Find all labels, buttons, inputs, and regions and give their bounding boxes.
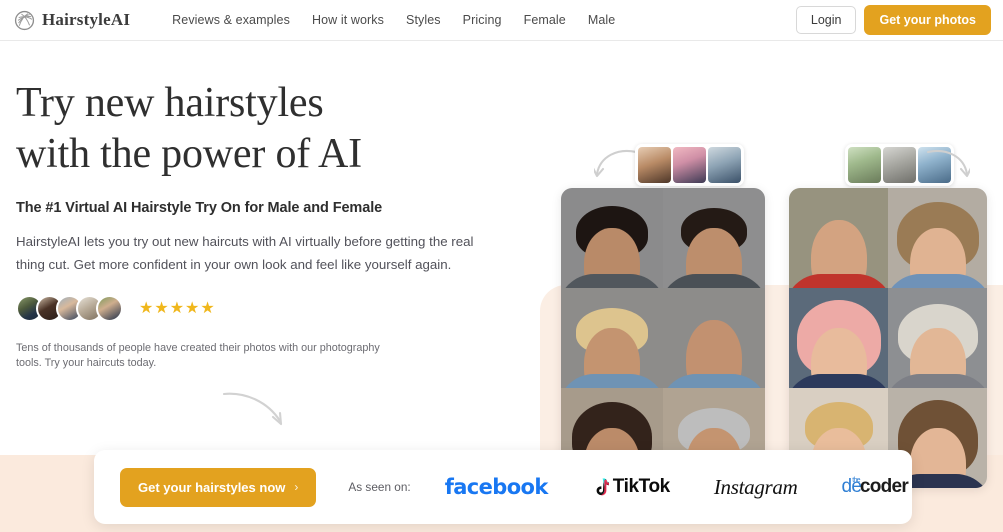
page-title: Try new hairstyles with the power of AI (16, 78, 516, 180)
hero-subtitle: The #1 Virtual AI Hairstyle Try On for M… (16, 200, 383, 216)
hair-circle-icon (14, 10, 35, 30)
rating-stars: ★ ★ ★ ★ ★ (139, 299, 215, 317)
tiktok-logo-text: TikTok (612, 476, 670, 497)
cta-button-label: Get your hairstyles now (138, 479, 286, 495)
brand-logo[interactable]: HairstyleAI (14, 10, 130, 31)
curved-arrow-right-icon (926, 150, 970, 178)
star-icon: ★ (169, 299, 185, 317)
male-results-grid[interactable] (561, 188, 765, 488)
curved-arrow-left-icon (594, 150, 638, 178)
male-input-thumbnails[interactable] (635, 144, 744, 186)
star-icon: ★ (200, 299, 215, 317)
star-icon: ★ (139, 299, 154, 317)
decoder-logo-coder: coder (859, 476, 909, 497)
gallery-cell-male-curly-dark[interactable] (561, 188, 663, 288)
get-your-photos-button[interactable]: Get your photos (864, 5, 991, 35)
as-seen-on-label: As seen on: (348, 480, 411, 494)
gallery-cell-female-pink-long[interactable] (789, 288, 888, 388)
thumbnail-male-2[interactable] (673, 147, 706, 183)
main-nav: Reviews & examples How it works Styles P… (172, 13, 615, 27)
login-button[interactable]: Login (795, 6, 857, 34)
thumbnail-male-3[interactable] (708, 147, 741, 183)
header-actions: Login Get your photos (795, 5, 991, 35)
instagram-logo: Instagram (713, 474, 798, 499)
nav-item-styles[interactable]: Styles (406, 13, 441, 27)
decoder-logo-the: the (852, 477, 860, 484)
nav-item-how-it-works[interactable]: How it works (312, 13, 384, 27)
brand-name: HairstyleAI (42, 10, 131, 29)
gallery-cell-male-bald-shaved[interactable] (663, 288, 765, 388)
nav-item-female[interactable]: Female (524, 13, 566, 27)
tiktok-logo: TikTok (592, 476, 670, 498)
facebook-logo: facebook (444, 475, 549, 499)
thumbnail-female-2[interactable] (883, 147, 916, 183)
nav-item-reviews[interactable]: Reviews & examples (172, 13, 290, 27)
landing-page: HairstyleAI Reviews & examples How it wo… (0, 0, 1003, 532)
curved-arrow-down-right-icon (222, 392, 283, 426)
nav-item-male[interactable]: Male (588, 13, 616, 27)
hero-description: HairstyleAI lets you try out new haircut… (16, 234, 474, 272)
chevron-right-icon: › (294, 480, 299, 494)
get-your-hairstyles-now-button[interactable]: Get your hairstyles now › (120, 467, 317, 507)
decoder-logo: de the coder (841, 476, 908, 498)
gallery-cell-female-bob-bangs[interactable] (888, 188, 987, 288)
gallery-cell-male-pompadour-fade[interactable] (663, 188, 765, 288)
press-logos: facebook TikTok Instagram de the coder (444, 474, 909, 500)
hero-fineprint: Tens of thousands of people have created… (16, 342, 380, 369)
gallery-cell-female-silver-short[interactable] (888, 288, 987, 388)
gallery-cell-male-blond-quiff[interactable] (561, 288, 663, 388)
hero-copy: Try new hairstyles with the power of AI … (16, 78, 516, 371)
female-results-grid[interactable] (789, 188, 987, 488)
gallery-cell-female-buzzcut[interactable] (789, 188, 888, 288)
bottom-cta-bar: Get your hairstyles now › As seen on: fa… (94, 450, 912, 524)
hero-title-line-1: Try new hairstyles (16, 80, 324, 126)
avatar-group (16, 295, 123, 322)
hero-title-line-2: with the power of AI (16, 131, 362, 177)
social-proof-row: ★ ★ ★ ★ ★ (16, 295, 516, 322)
star-icon: ★ (185, 299, 200, 317)
star-icon: ★ (154, 299, 169, 317)
thumbnail-male-1[interactable] (638, 147, 671, 183)
avatar (96, 295, 123, 322)
tiktok-note-icon (596, 477, 609, 495)
nav-item-pricing[interactable]: Pricing (463, 13, 502, 27)
site-header: HairstyleAI Reviews & examples How it wo… (0, 0, 1003, 41)
thumbnail-female-1[interactable] (848, 147, 881, 183)
